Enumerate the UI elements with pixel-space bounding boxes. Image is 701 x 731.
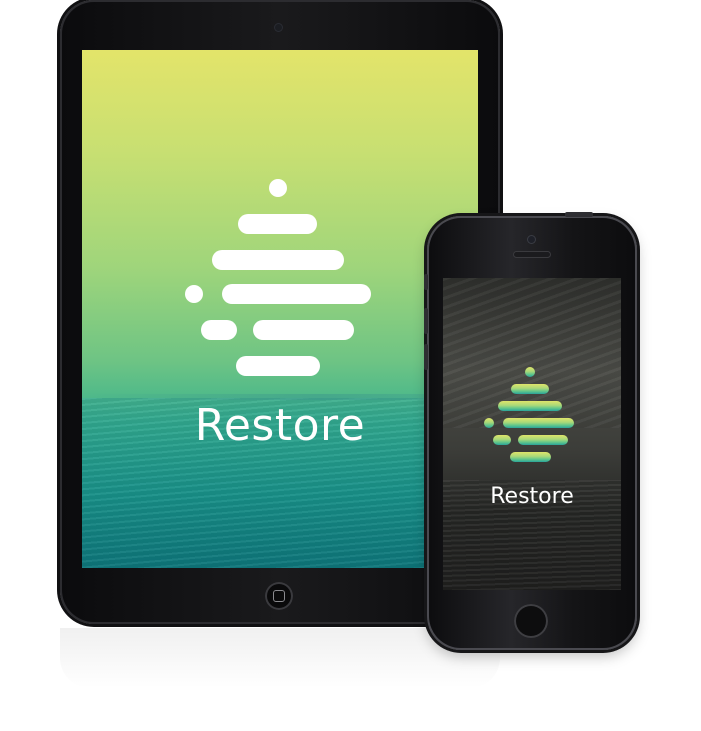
restore-logo-icon <box>185 179 371 376</box>
restore-logo-icon <box>484 367 574 462</box>
home-button-icon[interactable] <box>265 582 293 610</box>
mute-switch[interactable] <box>424 274 428 290</box>
earpiece-speaker <box>514 252 550 257</box>
power-button[interactable] <box>565 212 593 217</box>
volume-up-button[interactable] <box>424 308 428 334</box>
app-name: Restore <box>194 400 366 451</box>
phone-device: Restore <box>424 212 637 650</box>
home-button-icon[interactable] <box>514 604 548 638</box>
tablet-screen: Restore <box>82 50 478 568</box>
front-camera <box>275 24 282 31</box>
front-camera <box>528 236 535 243</box>
volume-down-button[interactable] <box>424 344 428 370</box>
app-name: Restore <box>490 484 574 509</box>
phone-screen: Restore <box>443 278 621 590</box>
